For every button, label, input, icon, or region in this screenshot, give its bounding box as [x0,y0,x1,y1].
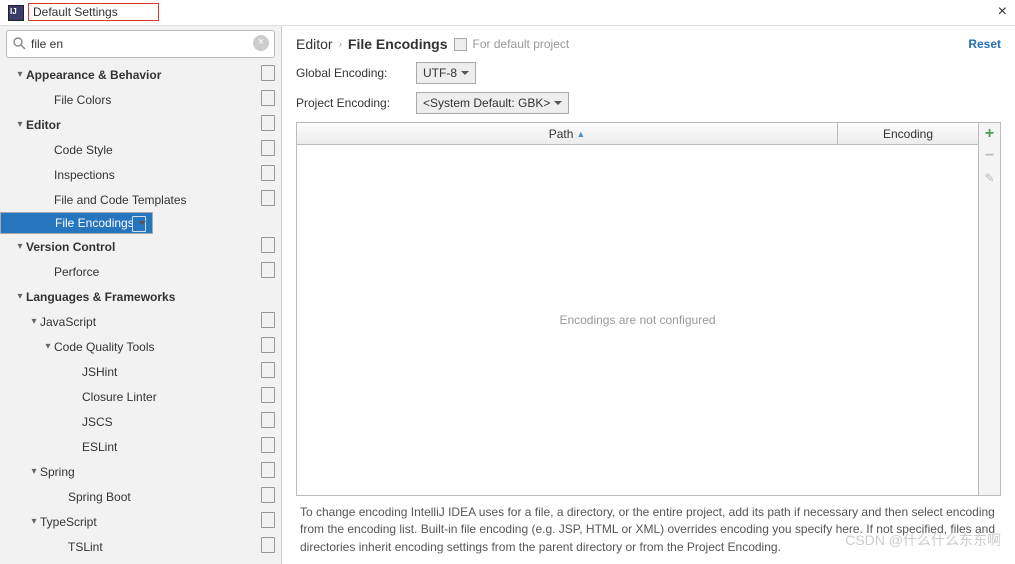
sidebar-item-version-control[interactable]: ▾Version Control [0,234,281,259]
add-button[interactable]: + [983,127,997,141]
global-encoding-select[interactable]: UTF-8 [416,62,476,84]
chevron-down-icon: ▾ [28,316,40,327]
chevron-right-icon: › [339,39,342,50]
sidebar-item-code-quality-tools[interactable]: ▾Code Quality Tools [0,334,281,359]
search-input[interactable] [6,30,275,58]
project-level-icon [263,539,275,553]
project-level-icon [263,192,275,206]
project-encoding-select[interactable]: <System Default: GBK> [416,92,569,114]
project-level-icon [263,167,275,181]
sidebar-item-label: TSLint [68,540,103,554]
reset-link[interactable]: Reset [968,37,1001,51]
sidebar-item-label: JSCS [82,415,113,429]
project-level-icon [263,364,275,378]
project-level-icon [263,314,275,328]
project-level-icon [263,439,275,453]
sidebar-item-label: Code Style [54,143,113,157]
sidebar-item-label: Code Quality Tools [54,340,155,354]
project-level-icon [263,239,275,253]
sidebar-item-label: Closure Linter [82,390,157,404]
sidebar-item-label: File Colors [54,93,111,107]
clear-search-icon[interactable]: × [253,35,269,51]
sidebar-item-label: Version Control [26,240,115,254]
breadcrumb-hint: For default project [473,37,570,51]
project-level-icon [263,142,275,156]
sidebar-item-label: File Encodings [55,216,134,230]
sidebar-item-appearance-behavior[interactable]: ▾Appearance & Behavior [0,62,281,87]
sidebar-item-label: JavaScript [40,315,96,329]
sidebar-item-languages-frameworks[interactable]: ▾Languages & Frameworks [0,284,281,309]
search-box: × [6,30,275,58]
project-level-icon [263,264,275,278]
edit-button[interactable]: ✎ [983,171,997,185]
sidebar-item-label: Editor [26,118,61,132]
project-level-icon [263,414,275,428]
chevron-down-icon: ▾ [28,466,40,477]
breadcrumb-part-1: Editor [296,36,333,52]
table-empty-text: Encodings are not configured [297,145,978,495]
window-title: Default Settings [28,3,159,21]
breadcrumb-part-2: File Encodings [348,36,448,52]
sidebar-item-label: Spring Boot [68,490,131,504]
sidebar-item-jscs[interactable]: JSCS [0,409,281,434]
settings-sidebar: × ▾Appearance & BehaviorFile Colors▾Edit… [0,26,282,564]
sidebar-item-eslint[interactable]: ESLint [0,434,281,459]
project-level-icon [263,92,275,106]
breadcrumb: Editor › File Encodings For default proj… [296,36,1001,52]
sidebar-item-perforce[interactable]: Perforce [0,259,281,284]
sidebar-item-label: File and Code Templates [54,193,187,207]
close-icon[interactable]: × [998,4,1007,20]
sidebar-item-label: Appearance & Behavior [26,68,161,82]
column-header-encoding[interactable]: Encoding [838,123,978,144]
chevron-down-icon: ▾ [14,69,26,80]
sidebar-item-code-style[interactable]: Code Style [0,137,281,162]
sidebar-item-javascript[interactable]: ▾JavaScript [0,309,281,334]
sidebar-item-label: Inspections [54,168,115,182]
chevron-down-icon: ▾ [28,516,40,527]
sidebar-item-file-and-code-templates[interactable]: File and Code Templates [0,187,281,212]
project-level-icon [263,67,275,81]
sidebar-item-spring[interactable]: ▾Spring [0,459,281,484]
table-toolbar: + − ✎ [978,123,1000,495]
sidebar-item-label: Languages & Frameworks [26,290,175,304]
sidebar-item-label: JSHint [82,365,117,379]
settings-content: Editor › File Encodings For default proj… [282,26,1015,564]
global-encoding-label: Global Encoding: [296,66,406,80]
project-level-icon [263,117,275,131]
sidebar-item-spring-boot[interactable]: Spring Boot [0,484,281,509]
scope-icon [454,38,467,51]
sort-asc-icon: ▲ [576,129,585,139]
title-bar: Default Settings × [0,0,1015,26]
sidebar-item-closure-linter[interactable]: Closure Linter [0,384,281,409]
project-level-icon [263,489,275,503]
sidebar-item-editor[interactable]: ▾Editor [0,112,281,137]
sidebar-item-tslint[interactable]: TSLint [0,534,281,559]
sidebar-item-label: ESLint [82,440,117,454]
sidebar-item-jshint[interactable]: JSHint [0,359,281,384]
sidebar-item-file-encodings[interactable]: File Encodings [0,212,153,234]
remove-button[interactable]: − [983,149,997,163]
app-icon [8,5,24,21]
help-text: To change encoding IntelliJ IDEA uses fo… [296,496,1001,558]
project-level-icon [263,464,275,478]
chevron-down-icon: ▾ [14,119,26,130]
settings-tree: ▾Appearance & BehaviorFile Colors▾Editor… [0,62,281,564]
project-level-icon [263,339,275,353]
project-level-icon [263,389,275,403]
sidebar-item-typescript[interactable]: ▾TypeScript [0,509,281,534]
chevron-down-icon: ▾ [14,241,26,252]
project-level-icon [134,218,146,232]
project-level-icon [263,514,275,528]
column-header-path[interactable]: Path▲ [297,123,838,144]
sidebar-item-inspections[interactable]: Inspections [0,162,281,187]
encoding-table: Path▲ Encoding Encodings are not configu… [296,122,1001,496]
chevron-down-icon: ▾ [42,341,54,352]
sidebar-item-label: Spring [40,465,75,479]
search-icon [12,36,26,53]
sidebar-item-label: Perforce [54,265,99,279]
sidebar-item-file-colors[interactable]: File Colors [0,87,281,112]
chevron-down-icon: ▾ [14,291,26,302]
sidebar-item-label: TypeScript [40,515,97,529]
project-encoding-label: Project Encoding: [296,96,406,110]
